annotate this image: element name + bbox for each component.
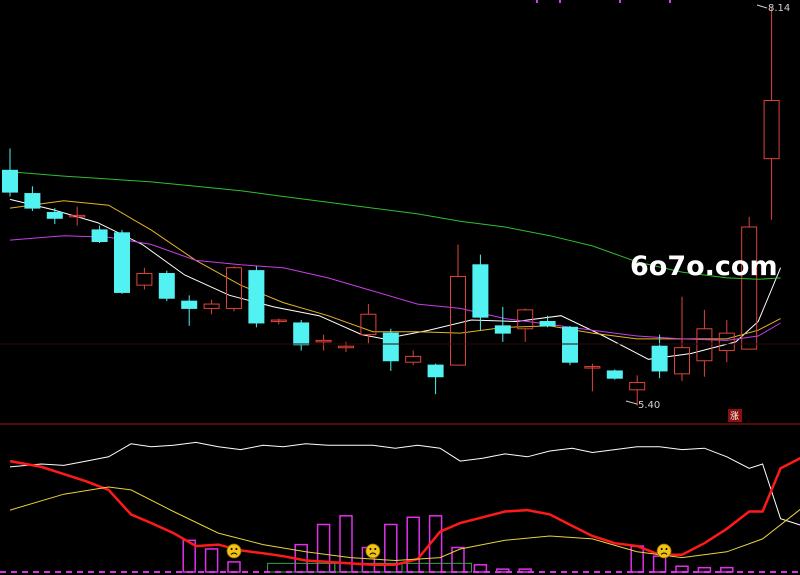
indicator-bar xyxy=(473,564,488,573)
candle xyxy=(114,229,130,294)
high-pointer xyxy=(756,4,768,9)
candle xyxy=(718,320,735,363)
low-price-label: 5.40 xyxy=(625,400,660,411)
candle xyxy=(405,350,422,366)
candle-body-down xyxy=(606,370,623,379)
candle-body-down xyxy=(562,326,578,363)
candle xyxy=(46,208,63,225)
frown-face-icon xyxy=(226,543,242,559)
limit-up-text: 涨 xyxy=(730,411,739,422)
indicator-bar xyxy=(652,555,667,573)
indicator-bar xyxy=(227,561,241,573)
face-circle xyxy=(656,543,672,559)
candle-body-up xyxy=(450,275,466,366)
candle-body-down xyxy=(114,232,130,293)
candle xyxy=(91,225,108,243)
frown-face-icon xyxy=(656,543,672,559)
candle xyxy=(562,325,578,366)
candle xyxy=(494,306,511,342)
candle-body-down xyxy=(293,322,310,346)
face-eye xyxy=(374,548,377,550)
indicator-bar xyxy=(451,546,465,573)
face-eye xyxy=(230,548,233,550)
face-eye xyxy=(369,548,372,550)
candle-body-up xyxy=(629,382,646,391)
face-eye xyxy=(660,548,663,550)
candle xyxy=(696,309,713,377)
candle-body-up xyxy=(136,273,153,286)
candle-body-down xyxy=(24,193,41,209)
indicator-line-red xyxy=(9,456,800,567)
indicator-line-yellow xyxy=(9,486,800,562)
candle xyxy=(226,266,242,312)
candle xyxy=(338,341,354,353)
candle xyxy=(69,206,86,226)
candle xyxy=(539,315,556,328)
indicator-green-box xyxy=(401,562,472,573)
candle xyxy=(517,308,534,342)
candle-body-down xyxy=(181,300,198,309)
face-circle xyxy=(226,543,242,559)
indicator-bar xyxy=(630,545,644,573)
limit-up-badge: 涨 xyxy=(728,409,742,422)
top-edge-marks xyxy=(536,0,671,3)
low-pointer xyxy=(625,400,638,405)
candle xyxy=(2,148,18,197)
candle-body-down xyxy=(46,211,63,219)
candle-body-down xyxy=(539,320,556,327)
candle-body-down xyxy=(158,273,175,299)
candle xyxy=(293,320,310,351)
candlesticks xyxy=(2,7,780,406)
candle-body-up xyxy=(338,345,354,349)
candle xyxy=(360,304,377,344)
watermark: 6o7o.com xyxy=(630,251,778,282)
candle xyxy=(427,363,444,395)
candle-body-down xyxy=(651,345,668,372)
candle xyxy=(472,254,489,331)
candle-body-up xyxy=(226,267,242,309)
candle-body-up xyxy=(763,100,780,160)
candle xyxy=(584,363,601,392)
indicator-bar xyxy=(316,523,331,573)
candle-body-up xyxy=(718,332,735,352)
candle xyxy=(606,369,623,380)
high-price-text: 8.14 xyxy=(768,3,790,14)
candle-body-down xyxy=(472,264,489,318)
indicator-lines xyxy=(9,441,800,567)
candle xyxy=(315,334,332,351)
candle xyxy=(270,318,287,325)
face-eye xyxy=(665,548,668,550)
candle-body-up xyxy=(203,303,220,309)
candle xyxy=(763,7,780,220)
frown-face-icon xyxy=(365,543,381,559)
indicator-bar xyxy=(204,548,219,573)
candle-body-up xyxy=(315,339,332,343)
face-circle xyxy=(365,543,381,559)
candle-body-down xyxy=(248,270,265,324)
candle-body-down xyxy=(382,332,399,362)
candle-body-down xyxy=(427,364,444,378)
candle-body-up xyxy=(405,355,422,363)
high-price-label: 8.14 xyxy=(756,3,790,14)
indicator-green-box xyxy=(267,562,336,573)
candle-body-down xyxy=(2,169,18,193)
candle-body-down xyxy=(494,325,511,334)
stock-chart-window: 8.14 5.40 6o7o.com 涨 xyxy=(0,0,800,575)
candle xyxy=(136,267,153,290)
face-eye xyxy=(235,548,238,550)
candle-body-down xyxy=(91,229,108,243)
candle xyxy=(158,270,175,302)
candle xyxy=(382,328,399,371)
candle-body-up xyxy=(696,328,713,362)
candle xyxy=(651,334,668,379)
candle xyxy=(450,244,466,366)
indicator-faces xyxy=(226,543,672,559)
candle xyxy=(181,295,198,326)
candle xyxy=(203,299,220,315)
candle xyxy=(248,266,265,328)
candle-body-up xyxy=(674,347,690,375)
kline-chart: 8.14 5.40 6o7o.com 涨 xyxy=(0,0,800,573)
low-price-text: 5.40 xyxy=(638,400,660,411)
candle xyxy=(24,186,41,212)
